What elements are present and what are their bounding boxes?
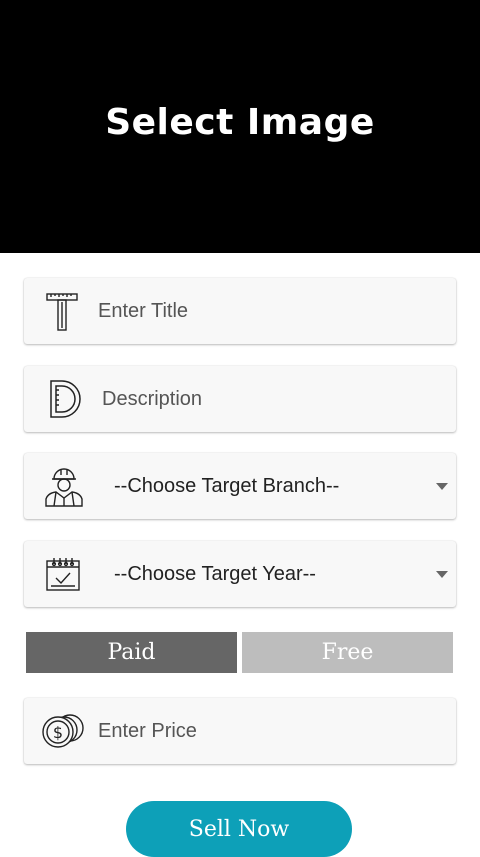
- branch-chevron-down-icon[interactable]: [436, 482, 448, 490]
- title-t-icon: [46, 292, 78, 332]
- sell-now-button[interactable]: Sell Now: [126, 801, 352, 857]
- paid-toggle-button[interactable]: Paid: [26, 632, 237, 673]
- title-field[interactable]: Enter Title: [24, 278, 456, 344]
- select-image-area[interactable]: Select Image: [0, 0, 480, 253]
- description-field[interactable]: Description: [24, 366, 456, 432]
- coins-icon: $: [38, 708, 86, 754]
- price-field[interactable]: $ Enter Price: [24, 698, 456, 764]
- branch-select[interactable]: --Choose Target Branch--: [24, 453, 456, 519]
- free-toggle-button[interactable]: Free: [242, 632, 453, 673]
- description-d-icon: [48, 378, 84, 420]
- year-chevron-down-icon[interactable]: [436, 570, 448, 578]
- calendar-icon: [45, 556, 81, 592]
- price-input[interactable]: Enter Price: [98, 720, 197, 743]
- title-input[interactable]: Enter Title: [98, 300, 188, 323]
- select-image-label: Select Image: [105, 102, 375, 143]
- branch-select-value: --Choose Target Branch--: [114, 474, 340, 497]
- svg-text:$: $: [53, 723, 63, 742]
- year-select-value: --Choose Target Year--: [114, 562, 316, 585]
- year-select[interactable]: --Choose Target Year--: [24, 541, 456, 607]
- engineer-icon: [42, 465, 86, 507]
- description-input[interactable]: Description: [102, 388, 202, 411]
